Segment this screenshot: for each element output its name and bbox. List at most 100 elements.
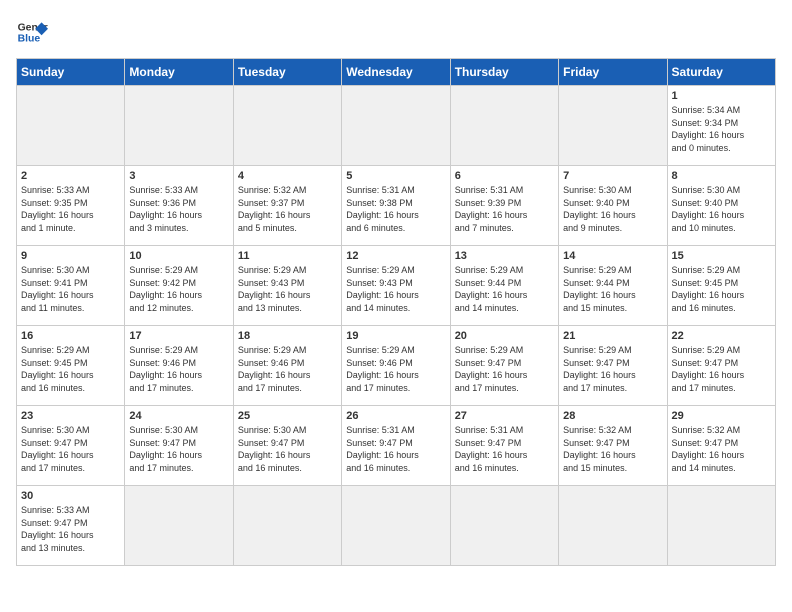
day-info: Sunrise: 5:30 AM Sunset: 9:47 PM Dayligh… bbox=[238, 424, 337, 474]
calendar-cell: 27Sunrise: 5:31 AM Sunset: 9:47 PM Dayli… bbox=[450, 406, 558, 486]
header-thursday: Thursday bbox=[450, 59, 558, 86]
day-number: 7 bbox=[563, 170, 662, 182]
calendar-cell: 15Sunrise: 5:29 AM Sunset: 9:45 PM Dayli… bbox=[667, 246, 775, 326]
calendar-cell bbox=[125, 86, 233, 166]
day-number: 30 bbox=[21, 490, 120, 502]
header-saturday: Saturday bbox=[667, 59, 775, 86]
day-info: Sunrise: 5:29 AM Sunset: 9:47 PM Dayligh… bbox=[455, 344, 554, 394]
calendar-cell: 11 Sunrise: 5:29 AM Sunset: 9:43 PM Dayli… bbox=[233, 246, 341, 326]
day-info: Sunrise: 5:29 AM Sunset: 9:42 PM Dayligh… bbox=[129, 264, 228, 314]
calendar-cell bbox=[233, 486, 341, 566]
header-tuesday: Tuesday bbox=[233, 59, 341, 86]
week-row-5: 30 Sunrise: 5:33 AM Sunset: 9:47 PM Dayli… bbox=[17, 486, 776, 566]
logo-icon: General Blue bbox=[16, 16, 48, 48]
calendar-cell: 14 Sunrise: 5:29 AM Sunset: 9:44 PM Dayli… bbox=[559, 246, 667, 326]
header-monday: Monday bbox=[125, 59, 233, 86]
day-number: 23 bbox=[21, 410, 120, 422]
day-number: 26 bbox=[346, 410, 445, 422]
day-number: 29 bbox=[672, 410, 771, 422]
day-info: Sunrise: 5:33 AM Sunset: 9:35 PM Dayligh… bbox=[21, 184, 120, 234]
day-info: Sunrise: 5:30 AM Sunset: 9:47 PM Dayligh… bbox=[21, 424, 120, 474]
calendar-cell: 29 Sunrise: 5:32 AM Sunset: 9:47 PM Dayli… bbox=[667, 406, 775, 486]
day-number: 18 bbox=[238, 330, 337, 342]
day-info: Sunrise: 5:29 AM Sunset: 9:46 PM Dayligh… bbox=[238, 344, 337, 394]
calendar-cell bbox=[559, 486, 667, 566]
week-row-2: 9Sunrise: 5:30 AM Sunset: 9:41 PM Daylig… bbox=[17, 246, 776, 326]
calendar-cell bbox=[450, 486, 558, 566]
calendar-cell: 7 Sunrise: 5:30 AM Sunset: 9:40 PM Daylig… bbox=[559, 166, 667, 246]
day-info: Sunrise: 5:33 AM Sunset: 9:47 PM Dayligh… bbox=[21, 504, 120, 554]
week-row-3: 16Sunrise: 5:29 AM Sunset: 9:45 PM Dayli… bbox=[17, 326, 776, 406]
day-number: 19 bbox=[346, 330, 445, 342]
day-number: 17 bbox=[129, 330, 228, 342]
day-number: 15 bbox=[672, 250, 771, 262]
calendar-cell bbox=[125, 486, 233, 566]
calendar-cell: 18 Sunrise: 5:29 AM Sunset: 9:46 PM Dayli… bbox=[233, 326, 341, 406]
day-number: 16 bbox=[21, 330, 120, 342]
svg-text:Blue: Blue bbox=[18, 34, 41, 45]
day-info: Sunrise: 5:33 AM Sunset: 9:36 PM Dayligh… bbox=[129, 184, 228, 234]
day-info: Sunrise: 5:30 AM Sunset: 9:40 PM Dayligh… bbox=[563, 184, 662, 234]
day-number: 11 bbox=[238, 250, 337, 262]
week-row-4: 23 Sunrise: 5:30 AM Sunset: 9:47 PM Dayli… bbox=[17, 406, 776, 486]
week-row-0: 1 Sunrise: 5:34 AM Sunset: 9:34 PM Daylig… bbox=[17, 86, 776, 166]
day-info: Sunrise: 5:31 AM Sunset: 9:39 PM Dayligh… bbox=[455, 184, 554, 234]
calendar-cell: 16Sunrise: 5:29 AM Sunset: 9:45 PM Dayli… bbox=[17, 326, 125, 406]
calendar-cell: 9Sunrise: 5:30 AM Sunset: 9:41 PM Daylig… bbox=[17, 246, 125, 326]
calendar-cell bbox=[17, 86, 125, 166]
day-number: 21 bbox=[563, 330, 662, 342]
day-number: 20 bbox=[455, 330, 554, 342]
day-number: 5 bbox=[346, 170, 445, 182]
calendar-cell: 30 Sunrise: 5:33 AM Sunset: 9:47 PM Dayli… bbox=[17, 486, 125, 566]
week-row-1: 2 Sunrise: 5:33 AM Sunset: 9:35 PM Daylig… bbox=[17, 166, 776, 246]
calendar-cell: 21 Sunrise: 5:29 AM Sunset: 9:47 PM Dayli… bbox=[559, 326, 667, 406]
day-info: Sunrise: 5:34 AM Sunset: 9:34 PM Dayligh… bbox=[672, 104, 771, 154]
day-number: 8 bbox=[672, 170, 771, 182]
day-info: Sunrise: 5:29 AM Sunset: 9:47 PM Dayligh… bbox=[563, 344, 662, 394]
calendar-cell: 22Sunrise: 5:29 AM Sunset: 9:47 PM Dayli… bbox=[667, 326, 775, 406]
header-sunday: Sunday bbox=[17, 59, 125, 86]
day-number: 24 bbox=[129, 410, 228, 422]
day-info: Sunrise: 5:31 AM Sunset: 9:47 PM Dayligh… bbox=[455, 424, 554, 474]
calendar-header-row: SundayMondayTuesdayWednesdayThursdayFrid… bbox=[17, 59, 776, 86]
calendar-cell: 26 Sunrise: 5:31 AM Sunset: 9:47 PM Dayli… bbox=[342, 406, 450, 486]
calendar-cell bbox=[667, 486, 775, 566]
day-number: 10 bbox=[129, 250, 228, 262]
calendar-cell: 17 Sunrise: 5:29 AM Sunset: 9:46 PM Dayli… bbox=[125, 326, 233, 406]
day-number: 4 bbox=[238, 170, 337, 182]
logo: General Blue bbox=[16, 16, 52, 48]
calendar-cell: 12Sunrise: 5:29 AM Sunset: 9:43 PM Dayli… bbox=[342, 246, 450, 326]
page-header: General Blue bbox=[16, 16, 776, 48]
day-info: Sunrise: 5:32 AM Sunset: 9:37 PM Dayligh… bbox=[238, 184, 337, 234]
calendar-cell: 6 Sunrise: 5:31 AM Sunset: 9:39 PM Daylig… bbox=[450, 166, 558, 246]
day-number: 14 bbox=[563, 250, 662, 262]
header-friday: Friday bbox=[559, 59, 667, 86]
calendar-cell bbox=[450, 86, 558, 166]
calendar-cell: 10 Sunrise: 5:29 AM Sunset: 9:42 PM Dayli… bbox=[125, 246, 233, 326]
day-number: 3 bbox=[129, 170, 228, 182]
calendar-cell: 3 Sunrise: 5:33 AM Sunset: 9:36 PM Daylig… bbox=[125, 166, 233, 246]
day-info: Sunrise: 5:29 AM Sunset: 9:46 PM Dayligh… bbox=[129, 344, 228, 394]
calendar-cell: 20 Sunrise: 5:29 AM Sunset: 9:47 PM Dayli… bbox=[450, 326, 558, 406]
day-number: 6 bbox=[455, 170, 554, 182]
day-number: 1 bbox=[672, 90, 771, 102]
day-info: Sunrise: 5:29 AM Sunset: 9:44 PM Dayligh… bbox=[563, 264, 662, 314]
calendar-cell: 23 Sunrise: 5:30 AM Sunset: 9:47 PM Dayli… bbox=[17, 406, 125, 486]
day-info: Sunrise: 5:32 AM Sunset: 9:47 PM Dayligh… bbox=[672, 424, 771, 474]
day-info: Sunrise: 5:29 AM Sunset: 9:46 PM Dayligh… bbox=[346, 344, 445, 394]
day-number: 13 bbox=[455, 250, 554, 262]
calendar-cell: 5Sunrise: 5:31 AM Sunset: 9:38 PM Daylig… bbox=[342, 166, 450, 246]
day-info: Sunrise: 5:31 AM Sunset: 9:47 PM Dayligh… bbox=[346, 424, 445, 474]
calendar-cell: 4 Sunrise: 5:32 AM Sunset: 9:37 PM Daylig… bbox=[233, 166, 341, 246]
calendar-cell: 28Sunrise: 5:32 AM Sunset: 9:47 PM Dayli… bbox=[559, 406, 667, 486]
day-number: 2 bbox=[21, 170, 120, 182]
calendar-cell: 19 Sunrise: 5:29 AM Sunset: 9:46 PM Dayli… bbox=[342, 326, 450, 406]
calendar-cell bbox=[342, 86, 450, 166]
day-number: 22 bbox=[672, 330, 771, 342]
day-info: Sunrise: 5:29 AM Sunset: 9:43 PM Dayligh… bbox=[238, 264, 337, 314]
calendar-cell bbox=[342, 486, 450, 566]
day-number: 12 bbox=[346, 250, 445, 262]
calendar-table: SundayMondayTuesdayWednesdayThursdayFrid… bbox=[16, 58, 776, 566]
day-number: 28 bbox=[563, 410, 662, 422]
day-info: Sunrise: 5:30 AM Sunset: 9:41 PM Dayligh… bbox=[21, 264, 120, 314]
